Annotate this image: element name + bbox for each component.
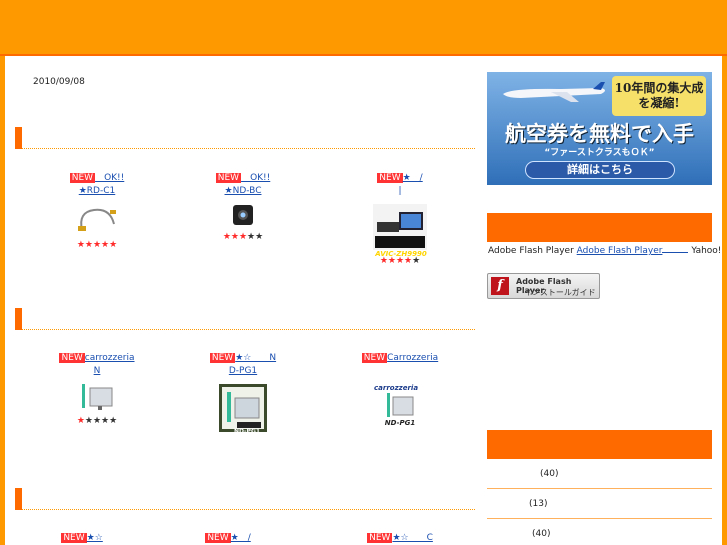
ndpg1-label: ND-PG1 xyxy=(233,428,261,435)
product-link-line2[interactable]: D-PG1 xyxy=(220,365,266,378)
site-header xyxy=(0,0,727,56)
product-link[interactable]: ★☆ N xyxy=(235,353,276,363)
product-link[interactable]: ★ / xyxy=(231,532,281,545)
new-badge: NEW xyxy=(377,173,403,183)
product-card: NEW ★☆ xyxy=(37,532,157,545)
section-title-link[interactable] xyxy=(25,135,67,145)
flash-logo-icon: f xyxy=(491,277,509,295)
flash-download-link[interactable]: Adobe Flash Player xyxy=(577,246,663,256)
product-card: NEW OK!! ★ND-BC ★★★★★ xyxy=(183,172,303,242)
new-badge: NEW xyxy=(59,353,85,363)
product-card: NEW ★ / xyxy=(183,532,303,545)
product-link[interactable]: Carrozzeria xyxy=(387,353,438,363)
brand-logo: carrozzeria xyxy=(374,384,419,392)
rating-stars: ★★★★★ xyxy=(76,416,118,426)
antenna-icon[interactable] xyxy=(80,384,114,410)
new-badge: NEW xyxy=(69,173,96,183)
category-item[interactable]: (40) xyxy=(487,459,712,489)
product-link[interactable]: OK!! xyxy=(241,173,270,183)
category-count: (40) xyxy=(540,469,559,479)
section-marker xyxy=(15,488,22,510)
camera-icon[interactable] xyxy=(232,204,254,226)
category-list: (40) (13) (40) xyxy=(487,459,712,545)
flash-notice: Adobe Flash Player Adobe Flash Player Ya… xyxy=(488,244,721,256)
new-badge: NEW xyxy=(215,173,242,183)
antenna-box-icon xyxy=(387,393,414,417)
frame-left-border xyxy=(0,56,5,545)
section-header xyxy=(15,488,475,510)
product-card: NEW OK!! ★RD-C1 ★★★★★ xyxy=(37,172,157,250)
product-link[interactable]: carrozzeria xyxy=(85,353,135,363)
product-link-line2[interactable]: ★ND-BC xyxy=(225,186,262,196)
flash-notice-text: Adobe Flash Player xyxy=(488,246,574,256)
sidebar-header xyxy=(487,213,712,242)
airplane-icon xyxy=(503,82,605,102)
product-link[interactable]: ★☆ C xyxy=(392,533,432,543)
section-marker xyxy=(15,308,22,330)
model-label: ND-PG1 xyxy=(384,419,416,427)
device-icon[interactable] xyxy=(373,204,427,250)
product-link-line2[interactable]: ★RD-C1 xyxy=(79,186,116,196)
new-badge: NEW xyxy=(209,353,236,363)
more-link[interactable] xyxy=(403,282,475,292)
ad-badge: 10年間の集大成を凝縮! xyxy=(612,76,706,116)
category-item[interactable]: (40) xyxy=(487,519,712,545)
new-badge: NEW xyxy=(367,533,393,543)
ad-details-button[interactable]: 詳細はこちら xyxy=(525,161,675,179)
rating-stars: ★★★★★ xyxy=(222,232,264,242)
cable-icon[interactable] xyxy=(74,204,120,234)
post-date: 2010/09/08 xyxy=(33,77,85,87)
product-link-line2[interactable]: | xyxy=(385,185,415,198)
product-link[interactable]: OK!! xyxy=(95,173,124,183)
product-card: NEW ★☆ C xyxy=(340,532,460,545)
new-badge: NEW xyxy=(361,353,388,363)
section-marker xyxy=(15,127,22,149)
product-card: NEW ★☆ N D-PG1 ND-PG1 xyxy=(183,352,303,435)
airline-ad-banner[interactable]: 10年間の集大成を凝縮! 航空券を無料で入手 “ファーストクラスもＯＫ” 詳細は… xyxy=(487,72,712,185)
flash-install-guide-button[interactable]: f Adobe Flash Player インストールガイド xyxy=(487,273,600,299)
new-badge: NEW xyxy=(205,533,231,543)
category-count: (13) xyxy=(529,499,548,509)
category-count: (40) xyxy=(532,529,551,539)
product-link-line2[interactable]: N xyxy=(82,365,112,378)
section-title-link[interactable] xyxy=(25,496,59,506)
flash-button-subtitle: インストールガイド xyxy=(524,288,596,297)
device-model-label: AVIC-ZH9990 xyxy=(375,250,427,258)
ndpg1-icon[interactable] xyxy=(219,384,267,432)
ad-subline: “ファーストクラスもＯＫ” xyxy=(544,148,655,158)
product-card: NEW ★ / | AVIC-ZH9990 ★★★★★ xyxy=(340,172,460,266)
ad-headline: 航空券を無料で入手 xyxy=(505,122,694,146)
category-item[interactable]: (13) xyxy=(487,489,712,519)
section-header xyxy=(15,127,475,149)
product-link[interactable]: ★☆ xyxy=(87,532,133,545)
rating-stars: ★★★★★ xyxy=(76,240,118,250)
category-header xyxy=(487,430,712,459)
frame-right-border xyxy=(722,56,727,545)
product-card: NEW Carrozzeria carrozzeria ND-PG1 xyxy=(340,352,460,432)
flash-notice-text-2: Yahoo! xyxy=(691,246,722,256)
product-link[interactable]: ★ / xyxy=(403,173,423,183)
new-badge: NEW xyxy=(61,533,87,543)
carrozzeria-icon[interactable]: carrozzeria ND-PG1 xyxy=(374,384,426,432)
section-title-link[interactable] xyxy=(25,316,59,326)
product-card: NEW carrozzeria N ★★★★★ xyxy=(37,352,157,426)
more-link[interactable] xyxy=(415,463,475,473)
section-header xyxy=(15,308,475,330)
